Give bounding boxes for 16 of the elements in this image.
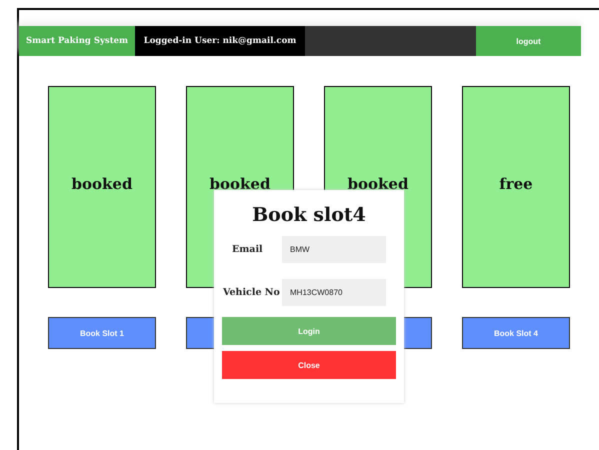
brand-title: Smart Paking System: [19, 26, 135, 56]
book-slot-button[interactable]: Book Slot 4: [462, 317, 570, 349]
slot-status: free: [499, 175, 533, 193]
login-button[interactable]: Login: [222, 317, 396, 345]
dialog-title: Book slot4: [251, 204, 367, 226]
input-field[interactable]: BMW: [282, 236, 386, 263]
field-label: Email: [231, 244, 264, 255]
slot-status: booked: [72, 175, 132, 193]
logout-button[interactable]: logout: [476, 26, 581, 56]
logged-in-user: Logged-in User: nik@gmail.com: [135, 26, 305, 56]
input-field[interactable]: MH13CW0870: [282, 279, 386, 306]
field-label: Vehicle No: [223, 287, 281, 298]
close-button[interactable]: Close: [222, 351, 396, 379]
book-slot-button[interactable]: Book Slot 1: [48, 317, 156, 349]
slot-status: booked: [210, 175, 270, 193]
slot-status: booked: [348, 175, 408, 193]
